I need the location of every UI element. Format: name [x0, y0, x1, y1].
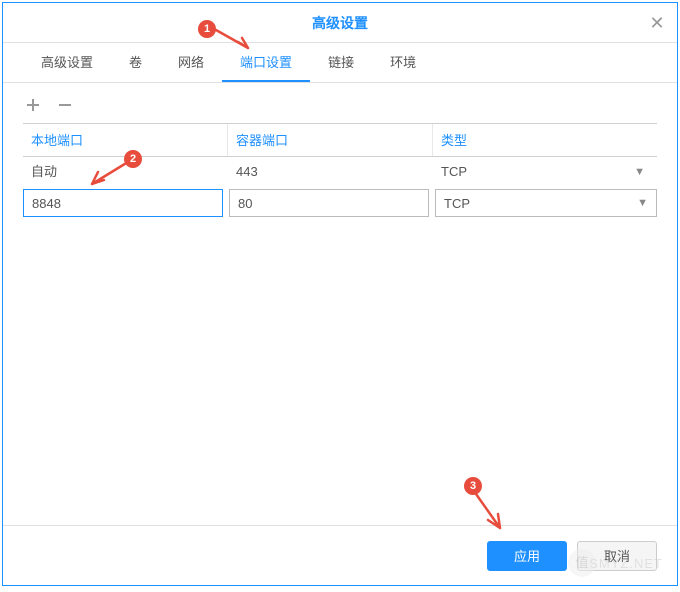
- tab-environment[interactable]: 环境: [372, 43, 434, 82]
- annotation-badge-3: 3: [464, 477, 482, 495]
- type-select[interactable]: TCP ▼: [435, 189, 657, 217]
- annotation-arrow-1: [214, 28, 258, 54]
- annotation-arrow-2: [86, 160, 130, 190]
- dialog-header: 高级设置 ✕: [3, 3, 677, 43]
- tabs: 高级设置 卷 网络 端口设置 链接 环境: [3, 43, 677, 83]
- cell-container-port: 443: [228, 157, 433, 187]
- tab-label: 端口设置: [240, 55, 292, 70]
- chevron-down-icon: ▼: [637, 197, 648, 209]
- tab-label: 网络: [178, 55, 204, 70]
- button-label: 应用: [514, 549, 540, 564]
- tab-network[interactable]: 网络: [160, 43, 222, 82]
- chevron-down-icon: ▼: [634, 157, 645, 187]
- watermark: SMYZ.NET: [589, 556, 663, 571]
- annotation-badge-2: 2: [124, 150, 142, 168]
- minus-icon: [57, 97, 73, 113]
- tab-label: 环境: [390, 55, 416, 70]
- close-icon[interactable]: ✕: [647, 13, 667, 33]
- arrow-icon: [86, 160, 130, 190]
- type-value: TCP: [441, 157, 467, 187]
- type-value: TCP: [444, 196, 470, 211]
- tab-advanced[interactable]: 高级设置: [23, 43, 111, 82]
- tab-label: 链接: [328, 55, 354, 70]
- column-container-port[interactable]: 容器端口: [228, 124, 433, 156]
- table-row: TCP ▼: [23, 189, 657, 221]
- tab-links[interactable]: 链接: [310, 43, 372, 82]
- dialog: 高级设置 ✕ 高级设置 卷 网络 端口设置 链接 环境 本地端口 容器端口 类型…: [2, 2, 678, 586]
- annotation-badge-1: 1: [198, 20, 216, 38]
- arrow-icon: [470, 492, 510, 536]
- toolbar: [3, 83, 677, 123]
- column-local-port[interactable]: 本地端口: [23, 124, 228, 156]
- tab-label: 高级设置: [41, 55, 93, 70]
- arrow-icon: [214, 28, 258, 54]
- column-type[interactable]: 类型: [433, 124, 657, 156]
- apply-button[interactable]: 应用: [487, 541, 567, 571]
- tab-volume[interactable]: 卷: [111, 43, 160, 82]
- plus-icon: [25, 97, 41, 113]
- container-port-input[interactable]: [229, 189, 429, 217]
- dialog-title: 高级设置: [312, 15, 368, 31]
- annotation-arrow-3: [470, 492, 510, 536]
- cell-type: TCP ▼: [433, 157, 657, 187]
- table-header: 本地端口 容器端口 类型: [23, 123, 657, 157]
- add-button[interactable]: [23, 95, 43, 115]
- remove-button[interactable]: [55, 95, 75, 115]
- local-port-input[interactable]: [23, 189, 223, 217]
- tab-label: 卷: [129, 55, 142, 70]
